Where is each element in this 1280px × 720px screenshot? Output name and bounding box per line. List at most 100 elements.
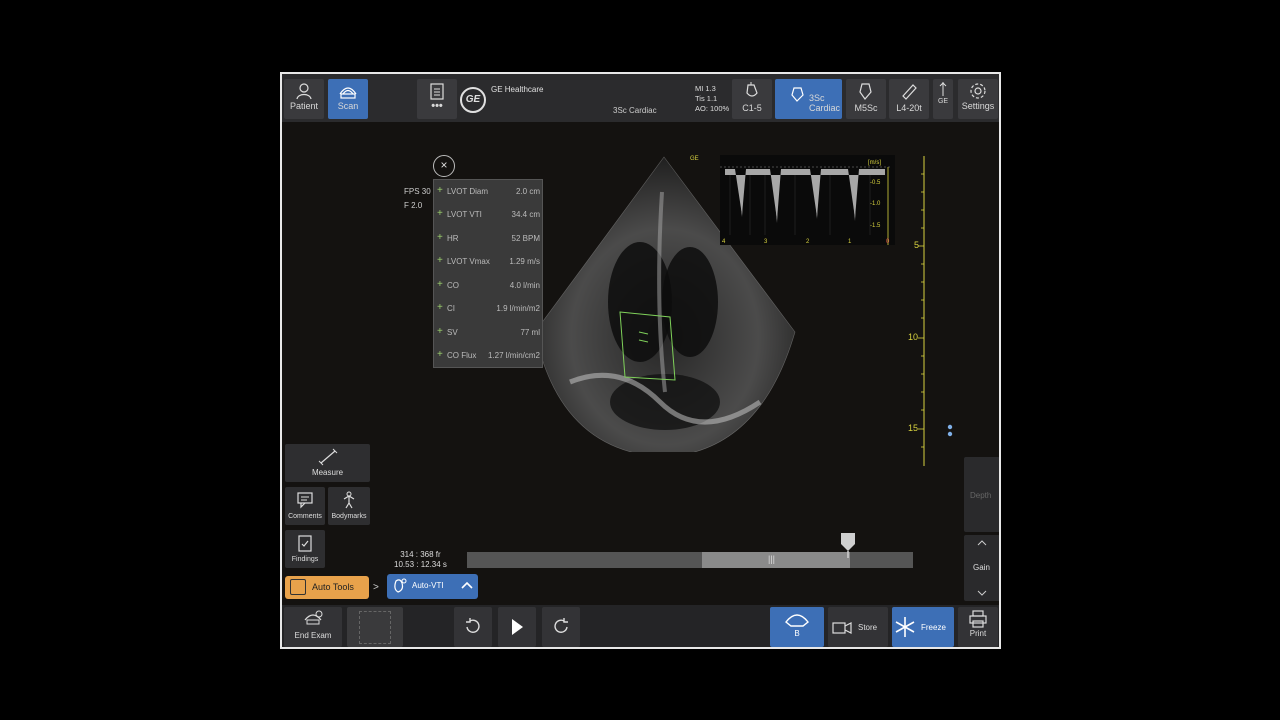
forward-button[interactable] — [542, 607, 580, 647]
probe-icon — [902, 84, 917, 100]
b-mode-label: B — [794, 629, 800, 638]
rewind-button[interactable] — [454, 607, 492, 647]
store-label: Store — [858, 623, 878, 632]
doppler-tick: -1.0 — [870, 201, 881, 207]
chevron-right-icon: > — [373, 582, 379, 593]
tis-value: Tis 1.1 — [695, 94, 718, 103]
focus-marker-icon[interactable] — [947, 424, 953, 438]
store-button[interactable]: Store — [828, 607, 888, 647]
result-row[interactable]: + CO Flux 1.27 l/min/cm2 — [434, 344, 542, 367]
clipboard-icon — [430, 83, 444, 100]
doppler-tick: -0.5 — [870, 180, 881, 186]
result-name: CO Flux — [447, 351, 477, 360]
result-name: LVOT Diam — [447, 187, 489, 196]
patient-label: Patient — [289, 101, 319, 111]
gain-label: Gain — [973, 563, 990, 572]
result-name: LVOT VTI — [447, 210, 482, 219]
measurement-results-panel: + LVOT Diam 2.0 cm + LVOT VTI 34.4 cm + … — [433, 179, 543, 368]
bodymarks-label: Bodymarks — [331, 513, 367, 520]
probe-icon — [791, 87, 804, 102]
heart-probe-icon — [394, 578, 407, 593]
result-value: 2.0 cm — [515, 187, 540, 196]
forward-icon — [554, 618, 568, 633]
result-value: 34.4 cm — [511, 210, 540, 219]
probe-label: 3Sc Cardiac — [809, 93, 841, 113]
depth-control[interactable]: Depth — [964, 457, 999, 532]
play-button[interactable] — [498, 607, 536, 647]
end-exam-button[interactable]: End Exam — [284, 607, 342, 647]
b-mode-button[interactable]: B — [770, 607, 824, 647]
fps-value: FPS 30 — [404, 187, 431, 196]
plus-icon: + — [437, 326, 443, 337]
findings-icon — [298, 535, 312, 552]
measure-button[interactable]: Measure — [285, 444, 370, 482]
probe-label: GE — [937, 98, 949, 105]
mi-value: MI 1.3 — [695, 84, 716, 93]
auto-vti-button[interactable]: Auto-VTI — [387, 574, 478, 599]
brand-name: GE Healthcare — [491, 85, 544, 94]
chevron-down-icon[interactable] — [977, 590, 987, 596]
result-name: HR — [447, 234, 459, 243]
plus-icon: + — [437, 232, 443, 243]
scan-button[interactable]: Scan — [328, 79, 368, 119]
top-bar: Patient Scan ••• GE GE Healthcare 3Sc Ca… — [282, 74, 999, 122]
grip-icon: ||| — [768, 554, 776, 564]
probe-l4-20t-button[interactable]: L4-20t — [889, 79, 929, 119]
findings-button[interactable]: Findings — [285, 530, 325, 568]
acquisition-info: FPS 30 F 2.0 — [404, 185, 431, 213]
cine-position-handle[interactable] — [840, 532, 856, 558]
depth-label: 10 — [908, 332, 919, 342]
measure-label: Measure — [311, 468, 344, 477]
patient-button[interactable]: Patient — [284, 79, 324, 119]
probe-m5sc-button[interactable]: M5Sc — [846, 79, 886, 119]
settings-label: Settings — [961, 101, 995, 111]
probe-label: C1-5 — [742, 103, 762, 113]
result-row[interactable]: + HR 52 BPM — [434, 227, 542, 250]
depth-label: 5 — [914, 240, 920, 250]
play-icon — [512, 619, 523, 635]
close-results-button[interactable]: × — [433, 155, 455, 177]
probe-c1-5-button[interactable]: C1-5 — [732, 79, 772, 119]
video-camera-icon — [832, 622, 852, 634]
thumbnail-clip[interactable] — [347, 607, 403, 647]
freeze-button[interactable]: Freeze — [892, 607, 954, 647]
settings-button[interactable]: Settings — [958, 79, 998, 119]
result-name: CI — [447, 304, 455, 313]
ultrasound-screen: Patient Scan ••• GE GE Healthcare 3Sc Ca… — [280, 72, 1001, 649]
probe-label: M5Sc — [854, 103, 878, 113]
bodymarks-button[interactable]: Bodymarks — [328, 487, 370, 525]
body-icon — [343, 491, 355, 509]
cine-loop-range[interactable]: ||| — [702, 552, 850, 568]
chevron-up-icon[interactable] — [977, 540, 987, 546]
probe-3sc-button[interactable]: 3Sc Cardiac — [775, 79, 842, 119]
report-button[interactable]: ••• — [417, 79, 457, 119]
auto-vti-label: Auto-VTI — [412, 581, 444, 590]
result-row[interactable]: + LVOT Vmax 1.29 m/s — [434, 250, 542, 273]
end-exam-icon — [304, 610, 323, 625]
result-row[interactable]: + LVOT VTI 34.4 cm — [434, 203, 542, 226]
end-exam-label: End Exam — [294, 631, 332, 640]
b-mode-icon — [785, 614, 809, 627]
result-row[interactable]: + SV 77 ml — [434, 321, 542, 344]
ao-value: AO: 100% — [695, 104, 730, 113]
more-dots: ••• — [431, 100, 443, 112]
result-value: 1.27 l/min/cm2 — [487, 351, 540, 360]
result-value: 1.29 m/s — [509, 257, 540, 266]
result-value: 4.0 l/min — [509, 281, 540, 290]
doppler-tick: -1.5 — [870, 223, 881, 229]
result-row[interactable]: + CO 4.0 l/min — [434, 274, 542, 297]
comments-button[interactable]: Comments — [285, 487, 325, 525]
auto-tools-button[interactable]: Auto Tools — [285, 576, 369, 599]
probe-label: L4-20t — [896, 103, 922, 113]
result-row[interactable]: + CI 1.9 l/min/m2 — [434, 297, 542, 320]
comment-icon — [297, 492, 313, 509]
gain-control[interactable]: Gain — [964, 535, 999, 601]
print-button[interactable]: Print — [958, 607, 998, 647]
probe-ge-button[interactable]: GE — [933, 79, 953, 119]
scan-label: Scan — [337, 101, 359, 111]
caliper-icon — [318, 448, 337, 466]
result-row[interactable]: + LVOT Diam 2.0 cm — [434, 180, 542, 203]
toolbox-icon — [290, 579, 306, 595]
result-value: 52 BPM — [511, 234, 540, 243]
depth-label: Depth — [970, 491, 992, 500]
